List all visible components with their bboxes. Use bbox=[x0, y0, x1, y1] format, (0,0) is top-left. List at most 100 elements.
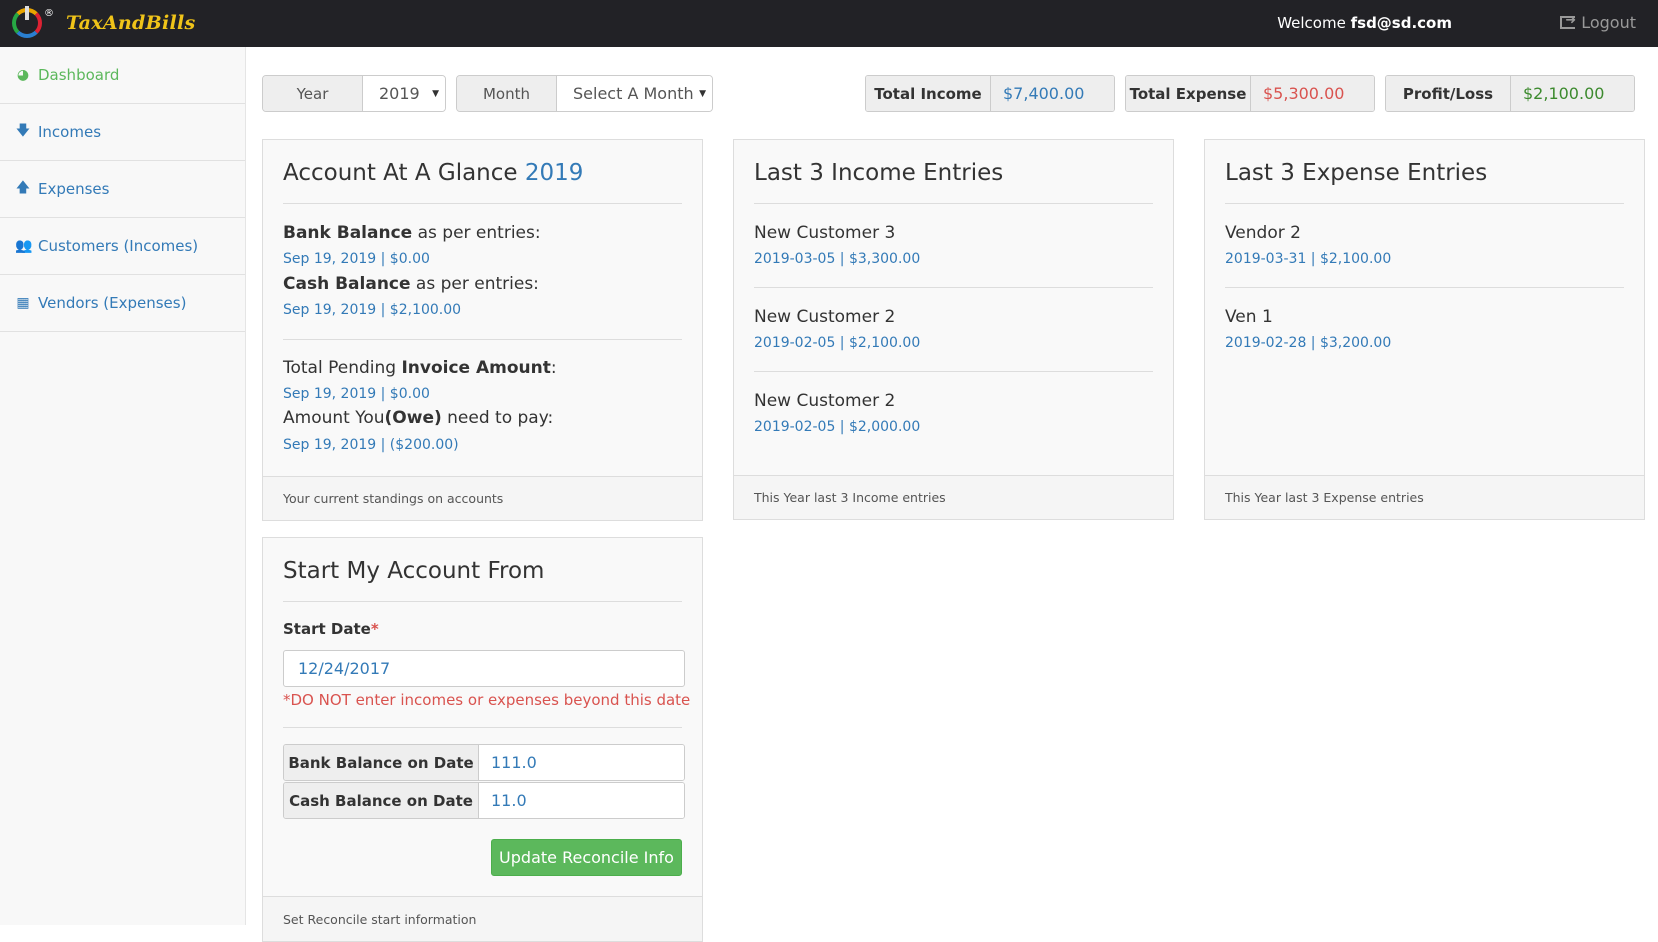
income-entry-detail[interactable]: 2019-02-05 | $2,100.00 bbox=[754, 335, 920, 351]
sidebar-item-customers[interactable]: 👥 Customers (Incomes) bbox=[0, 218, 245, 275]
date-warning: *DO NOT enter incomes or expenses beyond… bbox=[283, 691, 691, 709]
welcome-text: Welcome fsd@sd.com bbox=[1277, 14, 1452, 32]
expense-entry-name: Ven 1 bbox=[1225, 307, 1273, 327]
glance-title-text: Account At A Glance bbox=[283, 160, 518, 186]
year-select[interactable]: 2019 ▼ bbox=[363, 76, 445, 111]
cash-balance-value[interactable]: Sep 19, 2019 | $2,100.00 bbox=[283, 302, 461, 318]
profit-loss-label: Profit/Loss bbox=[1386, 76, 1511, 111]
logout-link[interactable]: Logout bbox=[1560, 13, 1636, 32]
bank-balance-on-date-label: Bank Balance on Date bbox=[284, 745, 479, 780]
sidebar-item-expenses[interactable]: 🡅 Expenses bbox=[0, 161, 245, 218]
bank-balance-label: Bank Balance as per entries: bbox=[283, 223, 541, 243]
update-reconcile-button[interactable]: Update Reconcile Info bbox=[491, 839, 682, 876]
bank-balance-on-date-group: Bank Balance on Date 111.0 bbox=[283, 744, 685, 781]
bank-balance-on-date-input[interactable]: 111.0 bbox=[479, 745, 684, 780]
bank-balance-value[interactable]: Sep 19, 2019 | $0.00 bbox=[283, 251, 430, 267]
arrow-down-icon: 🡇 bbox=[15, 123, 31, 139]
total-expense-label: Total Expense bbox=[1126, 76, 1251, 111]
start-account-footer: Set Reconcile start information bbox=[263, 896, 702, 941]
glance-year: 2019 bbox=[524, 160, 584, 186]
start-date-label: Start Date* bbox=[283, 620, 379, 638]
glance-panel: Account At A Glance 2019 Bank Balance as… bbox=[262, 139, 703, 521]
divider bbox=[283, 727, 682, 728]
expense-entries-panel: Last 3 Expense Entries Vendor 2 2019-03-… bbox=[1204, 139, 1645, 520]
brand-name: TaxAndBills bbox=[66, 12, 196, 34]
owe-bold: (Owe) bbox=[384, 408, 442, 428]
building-icon: ▦ bbox=[16, 295, 30, 311]
required-mark: * bbox=[370, 620, 379, 638]
year-label: Year bbox=[263, 76, 363, 111]
brand-logo[interactable]: ® TaxAndBills bbox=[12, 6, 196, 40]
total-income-label: Total Income bbox=[866, 76, 991, 111]
expense-entry-name: Vendor 2 bbox=[1225, 223, 1301, 243]
sidebar-item-label: Expenses bbox=[38, 180, 110, 198]
divider bbox=[1225, 287, 1624, 288]
income-entries-footer: This Year last 3 Income entries bbox=[734, 475, 1173, 519]
divider bbox=[754, 203, 1153, 204]
divider bbox=[283, 339, 682, 340]
year-filter: Year 2019 ▼ bbox=[262, 75, 446, 112]
owe-pre: Amount You bbox=[283, 408, 385, 428]
bank-balance-rest: as per entries: bbox=[412, 223, 541, 243]
start-account-panel: Start My Account From Start Date* 12/24/… bbox=[262, 537, 703, 942]
users-icon: 👥 bbox=[15, 238, 33, 254]
arrow-up-icon: 🡅 bbox=[15, 180, 31, 196]
total-income-stat: Total Income $7,400.00 bbox=[865, 75, 1115, 112]
expense-entry-detail[interactable]: 2019-03-31 | $2,100.00 bbox=[1225, 251, 1391, 267]
top-navbar: ® TaxAndBills Welcome fsd@sd.com Logout bbox=[0, 0, 1658, 47]
cash-balance-label: Cash Balance as per entries: bbox=[283, 274, 539, 294]
glance-title: Account At A Glance 2019 bbox=[283, 160, 583, 186]
divider bbox=[754, 287, 1153, 288]
month-label: Month bbox=[457, 76, 557, 111]
total-expense-value: $5,300.00 bbox=[1251, 76, 1374, 111]
cash-balance-rest: as per entries: bbox=[410, 274, 539, 294]
pending-invoice-label: Total Pending Invoice Amount: bbox=[283, 358, 557, 378]
sidebar-item-label: Incomes bbox=[38, 123, 102, 141]
divider bbox=[283, 203, 682, 204]
sidebar-item-label: Dashboard bbox=[38, 66, 120, 84]
divider bbox=[1225, 203, 1624, 204]
owe-value[interactable]: Sep 19, 2019 | ($200.00) bbox=[283, 437, 459, 453]
total-expense-stat: Total Expense $5,300.00 bbox=[1125, 75, 1375, 112]
cash-balance-on-date-label: Cash Balance on Date bbox=[284, 783, 479, 818]
sidebar-item-label: Customers (Incomes) bbox=[38, 237, 199, 255]
pending-invoice-value[interactable]: Sep 19, 2019 | $0.00 bbox=[283, 386, 430, 402]
user-email: fsd@sd.com bbox=[1350, 14, 1452, 32]
sidebar-item-vendors[interactable]: ▦ Vendors (Expenses) bbox=[0, 275, 245, 332]
pending-pre: Total Pending bbox=[283, 358, 402, 378]
year-value: 2019 bbox=[379, 84, 420, 103]
sign-out-icon bbox=[1560, 13, 1576, 29]
cash-balance-on-date-group: Cash Balance on Date 11.0 bbox=[283, 782, 685, 819]
cash-balance-bold: Cash Balance bbox=[283, 274, 411, 294]
expense-entries-title: Last 3 Expense Entries bbox=[1225, 160, 1488, 186]
expense-entries-footer: This Year last 3 Expense entries bbox=[1205, 475, 1644, 519]
total-income-value: $7,400.00 bbox=[991, 76, 1114, 111]
sidebar: ◕ Dashboard 🡇 Incomes 🡅 Expenses 👥 Custo… bbox=[0, 47, 246, 925]
cash-balance-on-date-input[interactable]: 11.0 bbox=[479, 783, 684, 818]
caret-down-icon: ▼ bbox=[432, 89, 439, 99]
divider bbox=[754, 371, 1153, 372]
profit-loss-stat: Profit/Loss $2,100.00 bbox=[1385, 75, 1635, 112]
sidebar-item-incomes[interactable]: 🡇 Incomes bbox=[0, 104, 245, 161]
owe-post: need to pay: bbox=[441, 408, 554, 428]
start-date-input[interactable]: 12/24/2017 bbox=[283, 650, 685, 687]
welcome-prefix: Welcome bbox=[1277, 14, 1346, 32]
pending-post: : bbox=[550, 358, 557, 378]
month-select[interactable]: Select A Month ▼ bbox=[557, 76, 712, 111]
glance-footer: Your current standings on accounts bbox=[263, 476, 702, 520]
income-entries-panel: Last 3 Income Entries New Customer 3 201… bbox=[733, 139, 1174, 520]
pending-bold: Invoice Amount bbox=[401, 358, 551, 378]
owe-label: Amount You(Owe) need to pay: bbox=[283, 408, 553, 428]
income-entry-detail[interactable]: 2019-02-05 | $2,000.00 bbox=[754, 419, 920, 435]
income-entry-name: New Customer 2 bbox=[754, 307, 896, 327]
income-entries-title: Last 3 Income Entries bbox=[754, 160, 1004, 186]
bank-balance-bold: Bank Balance bbox=[283, 223, 413, 243]
income-entry-name: New Customer 3 bbox=[754, 223, 896, 243]
expense-entry-detail[interactable]: 2019-02-28 | $3,200.00 bbox=[1225, 335, 1391, 351]
divider bbox=[283, 601, 682, 602]
registered-mark: ® bbox=[44, 7, 54, 19]
sidebar-item-label: Vendors (Expenses) bbox=[38, 294, 187, 312]
month-value: Select A Month bbox=[573, 84, 694, 103]
income-entry-detail[interactable]: 2019-03-05 | $3,300.00 bbox=[754, 251, 920, 267]
sidebar-item-dashboard[interactable]: ◕ Dashboard bbox=[0, 47, 245, 104]
